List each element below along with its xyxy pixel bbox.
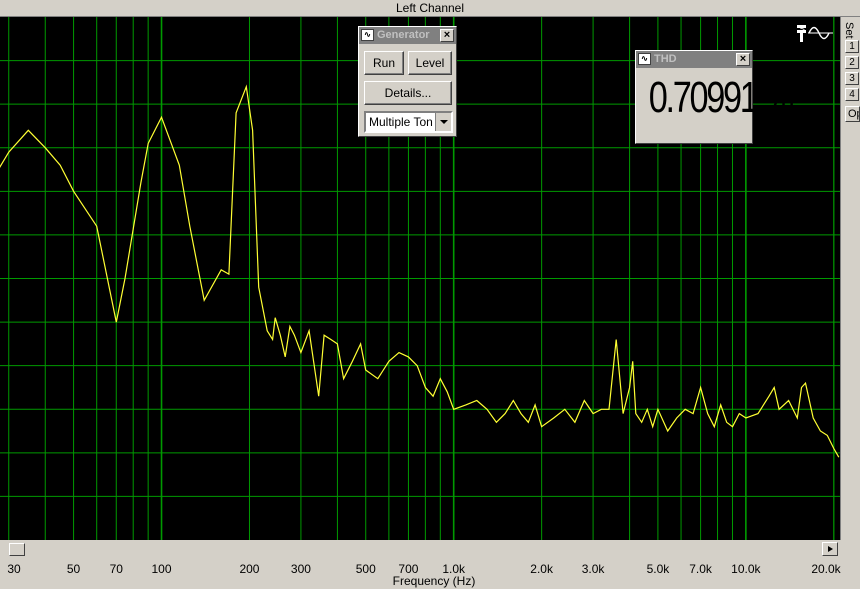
svg-text:S: S — [799, 24, 805, 34]
horizontal-scrollbar[interactable] — [0, 541, 840, 557]
set-button-3[interactable]: 3 — [845, 72, 859, 85]
set-button-2[interactable]: 2 — [845, 56, 859, 69]
level-button[interactable]: Level — [408, 51, 452, 75]
set-button-4[interactable]: 4 — [845, 88, 859, 101]
close-icon[interactable]: × — [440, 29, 454, 42]
signal-generator-icon[interactable]: S — [795, 22, 835, 44]
waveform-icon: ∿ — [361, 29, 374, 41]
options-button[interactable]: Op — [845, 106, 860, 122]
chevron-down-icon[interactable] — [435, 113, 451, 131]
window-title: Left Channel — [395, 1, 465, 15]
thd-title-bar[interactable]: ∿ THD × — [636, 51, 752, 68]
details-button[interactable]: Details... — [364, 81, 452, 105]
close-icon[interactable]: × — [736, 53, 750, 66]
waveform-icon: ∿ — [638, 53, 651, 65]
run-button[interactable]: Run — [364, 51, 404, 75]
generator-mode-select[interactable]: Multiple Ton — [364, 111, 453, 133]
thd-value: 0.70991 % — [648, 73, 794, 122]
window-title-bar: Left Channel — [0, 0, 860, 17]
scroll-right-arrow-icon[interactable] — [822, 542, 838, 556]
set-button-1[interactable]: 1 — [845, 40, 859, 53]
generator-title-bar[interactable]: ∿ Generator × — [359, 27, 456, 44]
generator-window[interactable]: ∿ Generator × Run Level Details... Multi… — [358, 26, 457, 137]
scrollbar-thumb[interactable] — [9, 543, 25, 556]
set-label: Set — [843, 22, 855, 39]
thd-title: THD — [654, 53, 677, 65]
x-axis-label: Frequency (Hz) — [392, 574, 476, 588]
thd-window[interactable]: ∿ THD × 0.70991 % — [635, 50, 794, 144]
generator-mode-value: Multiple Ton — [369, 115, 433, 129]
generator-title: Generator — [377, 29, 430, 41]
